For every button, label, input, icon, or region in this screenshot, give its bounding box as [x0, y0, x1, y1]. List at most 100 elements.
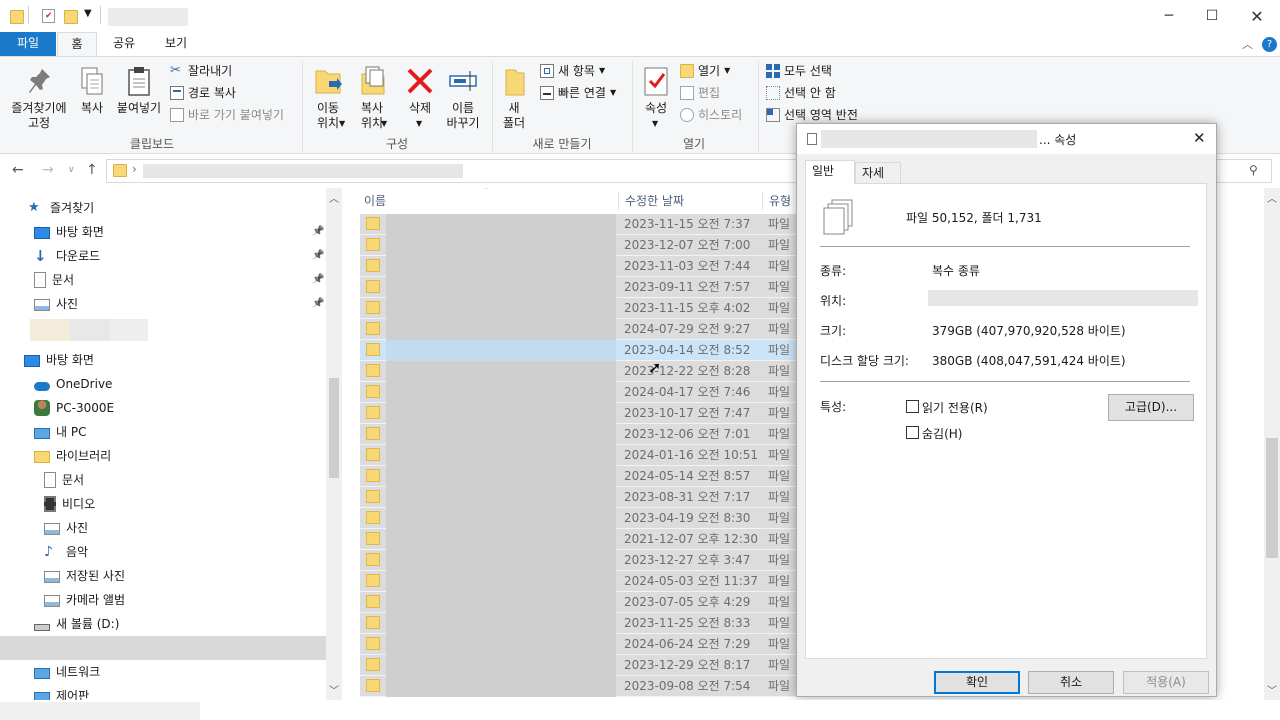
- file-list-scrollbar[interactable]: ︿ ﹀: [1264, 188, 1280, 700]
- nav-item[interactable]: 라이브러리: [34, 444, 111, 468]
- column-header-name[interactable]: 이름: [364, 188, 386, 214]
- nav-item[interactable]: 카메라 앨범: [44, 588, 125, 612]
- readonly-checkbox[interactable]: [906, 400, 919, 413]
- column-header-type[interactable]: 유형: [769, 188, 791, 214]
- table-row[interactable]: 2024-01-16 오전 10:51 파일: [360, 445, 796, 466]
- cancel-button[interactable]: 취소: [1028, 671, 1114, 694]
- table-row[interactable]: 2023-09-11 오전 7:57 파일: [360, 277, 796, 298]
- rename-button[interactable]: 이름 바꾸기: [440, 65, 486, 131]
- column-header-date[interactable]: 수정한 날짜: [625, 188, 684, 214]
- nav-item[interactable]: 내 PC: [34, 420, 86, 444]
- chevron-down-icon[interactable]: ▼: [84, 8, 98, 22]
- nav-item[interactable]: 문서: [34, 268, 74, 292]
- search-input[interactable]: ⚲: [1216, 159, 1272, 183]
- nav-item[interactable]: ★ 즐겨찾기: [28, 196, 94, 220]
- nav-item[interactable]: 새 볼륨 (D:): [34, 612, 119, 636]
- history-button[interactable]: 히스토리: [680, 105, 742, 125]
- scroll-down-icon[interactable]: ﹀: [329, 682, 339, 697]
- table-row[interactable]: 2023-12-22 오전 8:28 파일: [360, 361, 796, 382]
- nav-item[interactable]: OneDrive: [34, 372, 112, 396]
- hidden-checkbox[interactable]: [906, 426, 919, 439]
- tab-view[interactable]: 보기: [156, 32, 196, 56]
- nav-item[interactable]: 제어판: [34, 684, 89, 700]
- tab-file[interactable]: 파일: [0, 32, 56, 56]
- new-item-button[interactable]: 새 항목 ▼: [540, 61, 605, 81]
- close-dialog-button[interactable]: ✕: [1193, 129, 1206, 147]
- delete-button[interactable]: 삭제: [402, 65, 438, 116]
- nav-item[interactable]: 사진: [44, 516, 88, 540]
- copy-button[interactable]: 복사: [74, 65, 110, 116]
- scroll-up-icon[interactable]: ︿: [1267, 190, 1277, 205]
- chevron-down-icon[interactable]: ∨: [68, 165, 75, 175]
- tab-general[interactable]: 일반: [805, 160, 855, 184]
- nav-item[interactable]: 저장된 사진: [44, 564, 125, 588]
- table-row[interactable]: 2023-12-29 오전 8:17 파일: [360, 655, 796, 676]
- nav-item[interactable]: 사진: [34, 292, 78, 316]
- up-arrow-icon[interactable]: ↑: [86, 162, 98, 178]
- nav-item-selected-redacted[interactable]: [0, 636, 326, 660]
- address-input[interactable]: ›: [106, 159, 800, 183]
- table-row[interactable]: 2023-07-05 오후 4:29 파일: [360, 592, 796, 613]
- copy-path-button[interactable]: 경로 복사: [170, 83, 236, 103]
- close-window-button[interactable]: ✕: [1234, 0, 1280, 32]
- tab-share[interactable]: 공유: [104, 32, 144, 56]
- table-row[interactable]: 2023-08-31 오전 7:17 파일: [360, 487, 796, 508]
- apply-button[interactable]: 적용(A): [1123, 671, 1209, 694]
- edit-button[interactable]: 편집: [680, 83, 720, 103]
- table-row[interactable]: 2023-11-25 오전 8:33 파일: [360, 613, 796, 634]
- nav-scrollbar[interactable]: ︿ ﹀: [326, 188, 342, 700]
- scroll-down-icon[interactable]: ﹀: [1267, 682, 1277, 697]
- minimize-button[interactable]: ─: [1146, 0, 1192, 32]
- nav-item[interactable]: 바탕 화면: [34, 220, 104, 244]
- invert-selection-button[interactable]: 선택 영역 반전: [766, 105, 858, 125]
- nav-item[interactable]: ♪ 음악: [44, 540, 88, 564]
- collapse-ribbon-icon[interactable]: ︿: [1242, 36, 1253, 52]
- table-row[interactable]: 2023-10-17 오전 7:47 파일: [360, 403, 796, 424]
- table-row[interactable]: 2024-05-14 오전 8:57 파일: [360, 466, 796, 487]
- table-row[interactable]: 2024-05-03 오전 11:37 파일: [360, 571, 796, 592]
- table-row[interactable]: 2023-04-19 오전 8:30 파일: [360, 508, 796, 529]
- nav-item[interactable]: 바탕 화면: [24, 348, 94, 372]
- pin-quick-access-button[interactable]: 즐겨찾기에 고정: [4, 65, 74, 131]
- table-row[interactable]: 2023-12-06 오전 7:01 파일: [360, 424, 796, 445]
- select-none-button[interactable]: 선택 안 함: [766, 83, 836, 103]
- table-row[interactable]: 2023-12-27 오후 3:47 파일: [360, 550, 796, 571]
- table-row[interactable]: 2023-12-07 오전 7:00 파일: [360, 235, 796, 256]
- table-row[interactable]: 2024-06-24 오전 7:29 파일: [360, 634, 796, 655]
- table-row[interactable]: 2023-04-14 오전 8:52 파일: [360, 340, 796, 361]
- nav-item[interactable]: PC-3000E: [34, 396, 114, 420]
- ok-button[interactable]: 확인: [934, 671, 1020, 694]
- scroll-up-icon[interactable]: ︿: [329, 190, 339, 205]
- nav-item[interactable]: 비디오: [44, 492, 95, 516]
- back-arrow-icon[interactable]: ←: [12, 162, 24, 178]
- properties-icon[interactable]: ✔: [42, 9, 55, 23]
- paste-button[interactable]: 붙여넣기: [112, 65, 166, 116]
- advanced-button[interactable]: 고급(D)...: [1108, 394, 1194, 421]
- copy-to-button[interactable]: 복사 위치: [350, 65, 394, 131]
- help-icon[interactable]: ?: [1262, 37, 1277, 52]
- nav-item[interactable]: ↓ 다운로드: [34, 244, 100, 268]
- tab-home[interactable]: 홈: [57, 32, 97, 56]
- new-folder-button[interactable]: 새 폴더: [496, 65, 532, 131]
- nav-item-redacted[interactable]: [30, 319, 148, 341]
- table-row[interactable]: 2023-11-15 오후 4:02 파일: [360, 298, 796, 319]
- scroll-thumb[interactable]: [329, 378, 339, 478]
- cut-button[interactable]: ✂ 잘라내기: [170, 61, 232, 81]
- nav-item[interactable]: 네트워크: [34, 660, 100, 684]
- scroll-thumb[interactable]: [1266, 438, 1278, 558]
- maximize-button[interactable]: ☐: [1189, 0, 1235, 32]
- table-row[interactable]: 2023-09-08 오전 7:54 파일: [360, 676, 796, 697]
- tab-details[interactable]: 자세히: [855, 162, 901, 200]
- new-folder-icon[interactable]: [64, 10, 78, 24]
- table-row[interactable]: 2024-07-29 오전 9:27 파일: [360, 319, 796, 340]
- table-row[interactable]: 2023-11-15 오전 7:37 파일: [360, 214, 796, 235]
- select-all-button[interactable]: 모두 선택: [766, 61, 832, 81]
- properties-button[interactable]: 속성: [638, 65, 674, 116]
- table-row[interactable]: 2024-04-17 오전 7:46 파일: [360, 382, 796, 403]
- table-row[interactable]: 2023-11-03 오전 7:44 파일: [360, 256, 796, 277]
- forward-arrow-icon[interactable]: →: [42, 162, 54, 178]
- paste-shortcut-button[interactable]: 바로 가기 붙여넣기: [170, 105, 284, 125]
- easy-access-button[interactable]: 빠른 연결 ▼: [540, 83, 616, 103]
- nav-item[interactable]: 문서: [44, 468, 84, 492]
- open-button[interactable]: 열기 ▼: [680, 61, 730, 81]
